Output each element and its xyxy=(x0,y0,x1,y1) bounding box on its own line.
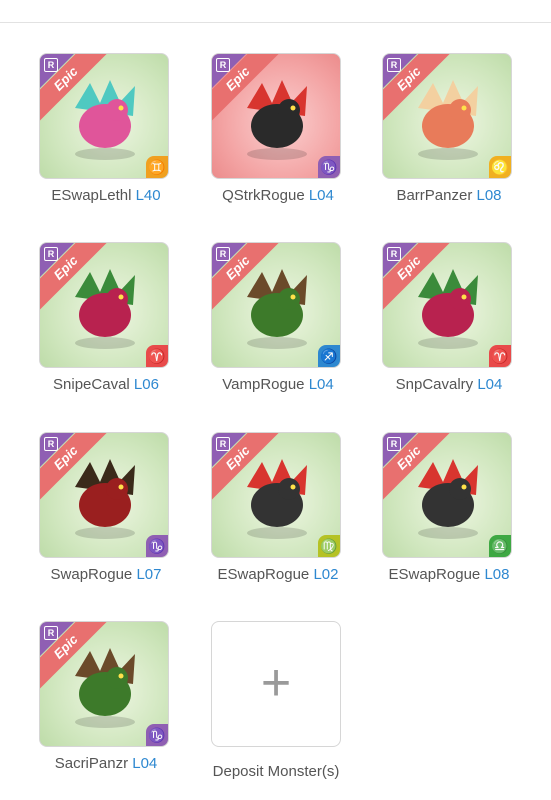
monster-name: BarrPanzer xyxy=(396,187,473,204)
monster-card[interactable]: Epic R ♑ SacriPanzr L04 xyxy=(39,621,173,772)
monster-level: L08 xyxy=(476,187,502,204)
deposit-label: Deposit Monster(s) xyxy=(212,763,340,780)
monster-tile[interactable]: Epic R ♑ xyxy=(211,53,341,179)
monster-card[interactable]: Epic R ♌ BarrPanzer L08 xyxy=(382,53,516,204)
monster-tile[interactable]: Epic R ♑ xyxy=(39,621,169,747)
monster-caption: VampRogue L04 xyxy=(203,376,353,393)
monster-caption: ESwapRogue L02 xyxy=(203,566,353,583)
monster-card[interactable]: Epic R ♐ VampRogue L04 xyxy=(211,242,345,393)
monster-name: VampRogue xyxy=(222,376,305,393)
monster-name: QStrkRogue xyxy=(222,187,305,204)
monster-name: SnpCavalry xyxy=(395,376,474,393)
rank-badge-icon: R xyxy=(387,247,401,261)
monster-level: L07 xyxy=(136,566,162,583)
capricorn-sign-icon: ♑ xyxy=(146,535,168,557)
monster-tile[interactable]: Epic R ♎ xyxy=(382,432,512,558)
monster-card[interactable]: Epic R ♍ ESwapRogue L02 xyxy=(211,432,345,583)
monster-name: SnipeCaval xyxy=(53,376,130,393)
aries-sign-icon: ♈ xyxy=(489,345,511,367)
monster-tile[interactable]: Epic R ♍ xyxy=(211,432,341,558)
monster-card[interactable]: Epic R ♑ QStrkRogue L04 xyxy=(211,53,345,204)
monster-level: L04 xyxy=(477,376,503,393)
monster-card[interactable]: Epic R ♊ ESwapLethl L40 xyxy=(39,53,173,204)
monster-card[interactable]: Epic R ♈ SnipeCaval L06 xyxy=(39,242,173,393)
monster-caption: SacriPanzr L04 xyxy=(31,755,181,772)
capricorn-sign-icon: ♑ xyxy=(146,724,168,746)
monster-caption: SnipeCaval L06 xyxy=(31,376,181,393)
monster-level: L08 xyxy=(484,566,510,583)
rank-badge-icon: R xyxy=(216,58,230,72)
monster-card[interactable]: Epic R ♈ SnpCavalry L04 xyxy=(382,242,516,393)
monster-name: SacriPanzr xyxy=(54,755,129,772)
rank-badge-icon: R xyxy=(44,437,58,451)
monster-tile[interactable]: Epic R ♑ xyxy=(39,432,169,558)
monster-tile[interactable]: Epic R ♌ xyxy=(382,53,512,179)
monster-tile[interactable]: Epic R ♈ xyxy=(39,242,169,368)
leo-sign-icon: ♌ xyxy=(489,156,511,178)
rank-badge-icon: R xyxy=(387,58,401,72)
monster-name: ESwapRogue xyxy=(388,566,481,583)
monster-card[interactable]: Epic R ♎ ESwapRogue L08 xyxy=(382,432,516,583)
monster-name: SwapRogue xyxy=(50,566,133,583)
rank-badge-icon: R xyxy=(44,626,58,640)
monster-level: L06 xyxy=(133,376,159,393)
gemini-sign-icon: ♊ xyxy=(146,156,168,178)
monster-tile[interactable]: Epic R ♐ xyxy=(211,242,341,368)
rank-badge-icon: R xyxy=(387,437,401,451)
monster-tile[interactable]: Epic R ♊ xyxy=(39,53,169,179)
monster-level: L40 xyxy=(135,187,161,204)
monster-level: L04 xyxy=(308,187,334,204)
monster-caption: ESwapLethl L40 xyxy=(31,187,181,204)
monster-level: L04 xyxy=(132,755,158,772)
monster-tile[interactable]: Epic R ♈ xyxy=(382,242,512,368)
top-bar xyxy=(0,0,551,23)
monster-level: L04 xyxy=(308,376,334,393)
monster-name: ESwapRogue xyxy=(217,566,310,583)
monster-card[interactable]: Epic R ♑ SwapRogue L07 xyxy=(39,432,173,583)
plus-icon: + xyxy=(260,654,292,712)
monster-caption: QStrkRogue L04 xyxy=(203,187,353,204)
libra-sign-icon: ♎ xyxy=(489,535,511,557)
rank-badge-icon: R xyxy=(216,247,230,261)
monster-name: ESwapLethl xyxy=(51,187,132,204)
virgo-sign-icon: ♍ xyxy=(318,535,340,557)
aries-sign-icon: ♈ xyxy=(146,345,168,367)
monster-caption: SnpCavalry L04 xyxy=(374,376,524,393)
deposit-monster-button[interactable]: + xyxy=(211,621,341,747)
capricorn-sign-icon: ♑ xyxy=(318,156,340,178)
sagittarius-sign-icon: ♐ xyxy=(318,345,340,367)
monster-caption: SwapRogue L07 xyxy=(31,566,181,583)
monster-caption: BarrPanzer L08 xyxy=(374,187,524,204)
monster-level: L02 xyxy=(313,566,339,583)
monster-caption: ESwapRogue L08 xyxy=(374,566,524,583)
rank-badge-icon: R xyxy=(44,58,58,72)
rank-badge-icon: R xyxy=(44,247,58,261)
rank-badge-icon: R xyxy=(216,437,230,451)
